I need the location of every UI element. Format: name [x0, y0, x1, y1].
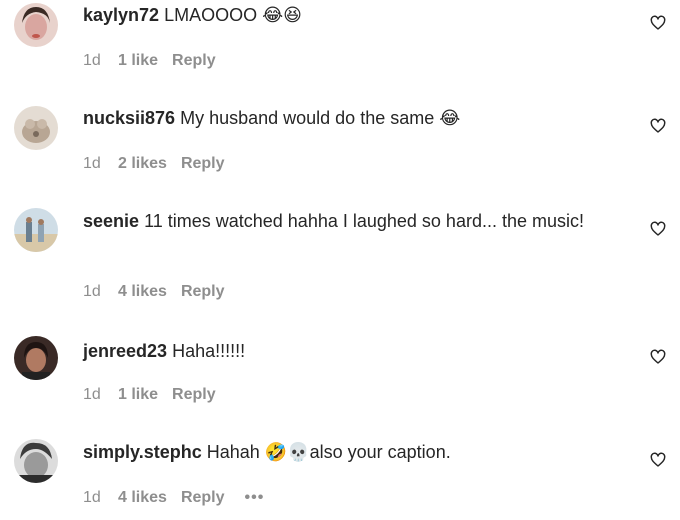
heart-outline-icon[interactable] [650, 118, 666, 134]
more-options-icon[interactable]: ••• [245, 488, 265, 508]
reply-button[interactable]: Reply [181, 488, 225, 508]
comment-text: kaylyn72 LMAOOOO 😂😆 [83, 3, 593, 28]
comment-body: My husband would do the same [180, 108, 435, 128]
comment-time[interactable]: 1d [83, 385, 118, 405]
heart-outline-icon[interactable] [650, 349, 666, 365]
comment-time[interactable]: 1d [83, 488, 118, 508]
comment-username[interactable]: simply.stephc [83, 442, 202, 462]
heart-outline-icon[interactable] [650, 221, 666, 237]
avatar[interactable] [14, 439, 58, 483]
comment-likes[interactable]: 1 like [118, 385, 158, 405]
reply-button[interactable]: Reply [181, 154, 225, 174]
reply-button[interactable]: Reply [172, 51, 216, 71]
avatar[interactable] [14, 336, 58, 380]
reply-button[interactable]: Reply [181, 282, 225, 302]
comment-text: seenie 11 times watched hahha I laughed … [83, 209, 593, 233]
comment-text: nucksii876 My husband would do the same … [83, 106, 593, 131]
comment-likes[interactable]: 2 likes [118, 154, 167, 174]
avatar[interactable] [14, 106, 58, 150]
comment-body: LMAOOOO [164, 5, 258, 25]
comment-likes[interactable]: 4 likes [118, 282, 167, 302]
heart-outline-icon[interactable] [650, 15, 666, 31]
comment-body-continued: also your caption. [309, 442, 451, 462]
emoji: 😂😆 [262, 5, 302, 26]
avatar[interactable] [14, 3, 58, 47]
comment-body: Haha!!!!!! [172, 341, 246, 361]
comment-username[interactable]: nucksii876 [83, 108, 175, 128]
avatar[interactable] [14, 208, 58, 252]
comment-time[interactable]: 1d [83, 51, 118, 71]
comment-meta: 1d 2 likes Reply [83, 154, 225, 174]
heart-outline-icon[interactable] [650, 452, 666, 468]
emoji: 🤣💀 [264, 442, 310, 463]
comment-body: 11 times watched hahha I laughed so hard… [144, 211, 584, 231]
comment-username[interactable]: seenie [83, 211, 139, 231]
comment-username[interactable]: kaylyn72 [83, 5, 159, 25]
comment-likes[interactable]: 4 likes [118, 488, 167, 508]
comment-time[interactable]: 1d [83, 282, 118, 302]
comment-meta: 1d 1 like Reply [83, 51, 216, 71]
reply-button[interactable]: Reply [172, 385, 216, 405]
comment-meta: 1d 1 like Reply [83, 385, 216, 405]
comment-meta: 1d 4 likes Reply ••• [83, 488, 264, 508]
comment-meta: 1d 4 likes Reply [83, 282, 225, 302]
comment-likes[interactable]: 1 like [118, 51, 158, 71]
comment-username[interactable]: jenreed23 [83, 341, 167, 361]
comment-body: Hahah [206, 442, 260, 462]
comment-text: jenreed23 Haha!!!!!! [83, 339, 593, 363]
comment-text: simply.stephc Hahah 🤣💀also your caption. [83, 440, 593, 465]
emoji: 😂 [439, 108, 461, 129]
comment-time[interactable]: 1d [83, 154, 118, 174]
